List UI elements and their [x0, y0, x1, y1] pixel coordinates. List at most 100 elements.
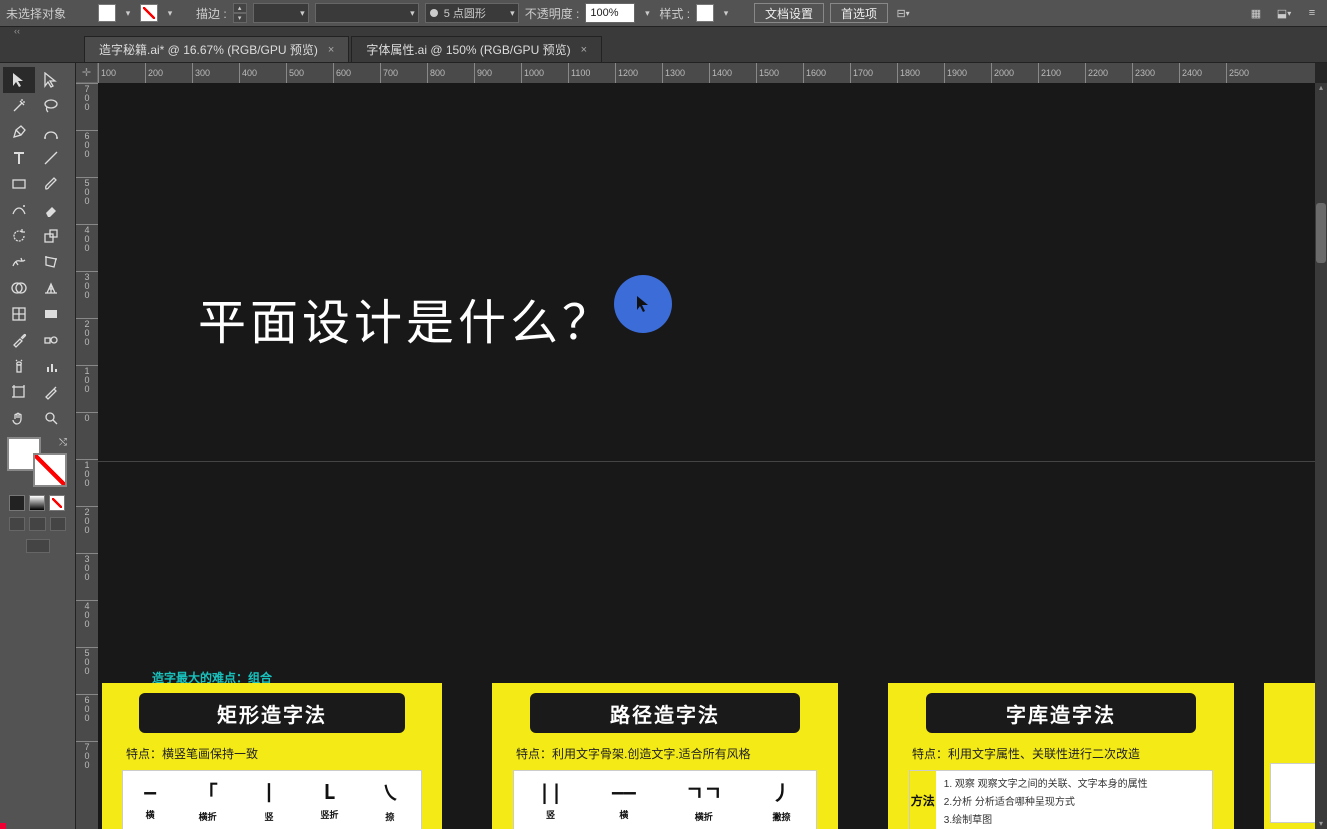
eyedropper-tool[interactable] — [3, 327, 35, 353]
swap-colors-icon[interactable]: ⤭ — [59, 437, 67, 448]
ruler-origin[interactable]: ✛ — [76, 63, 98, 83]
artboard-tool[interactable] — [3, 379, 35, 405]
fill-swatch[interactable] — [98, 4, 116, 22]
width-tool[interactable] — [3, 249, 35, 275]
preferences-button[interactable]: 首选项 — [830, 3, 888, 23]
screen-mode[interactable] — [26, 539, 50, 553]
document-setup-button[interactable]: 文档设置 — [754, 3, 824, 23]
selection-status: 未选择对象 — [6, 5, 66, 22]
brush-label: 5 点圆形 — [444, 5, 486, 21]
stroke-weight-stepper[interactable]: ▴▾ — [233, 3, 247, 23]
draw-behind[interactable] — [29, 517, 45, 531]
grid-icon[interactable]: ▦ — [1247, 4, 1265, 22]
cursor-indicator — [614, 275, 672, 333]
card-library-method: 字库造字法 特点：利用文字属性、关联性进行二次改造 方法 1. 观察 观察文字之… — [888, 683, 1234, 829]
color-none[interactable] — [49, 495, 65, 511]
canvas[interactable]: 平面设计是什么？ 造字最大的难点：组合 矩形造字法 特点：横竖笔画保持一致 —横… — [98, 83, 1315, 829]
card-title: 字库造字法 — [926, 693, 1196, 733]
lasso-tool[interactable] — [35, 93, 67, 119]
ruler-vertical[interactable]: 7006005004003002001000100200300400500600… — [76, 83, 98, 829]
type-tool[interactable] — [3, 145, 35, 171]
selection-tool[interactable] — [3, 67, 35, 93]
stroke-weight-select[interactable]: ▾ — [253, 3, 309, 23]
vertical-scrollbar[interactable]: ▴ ▾ — [1315, 83, 1327, 829]
card-feature: 特点：利用文字骨架.创造文字.适合所有风格 — [516, 745, 838, 762]
mesh-tool[interactable] — [3, 301, 35, 327]
zoom-tool[interactable] — [35, 405, 67, 431]
shape-builder-tool[interactable] — [3, 275, 35, 301]
pen-tool[interactable] — [3, 119, 35, 145]
draw-mode-row — [3, 513, 72, 535]
scroll-up-icon[interactable]: ▴ — [1315, 83, 1327, 93]
opacity-input[interactable]: 100% — [585, 3, 635, 23]
scrollbar-thumb[interactable] — [1316, 203, 1326, 263]
stroke-color[interactable] — [33, 453, 67, 487]
stroke-swatch[interactable] — [140, 4, 158, 22]
scale-tool[interactable] — [35, 223, 67, 249]
color-mode-row — [3, 493, 72, 513]
control-bar: 未选择对象 描边 : ▴▾ ▾ ▾ 5 点圆形 ▾ 不透明度 : 100% 样式… — [0, 0, 1327, 27]
eraser-tool[interactable] — [35, 197, 67, 223]
stroke-dropdown-icon[interactable] — [164, 4, 176, 22]
arrange-docs-icon[interactable]: ⬓▾ — [1275, 4, 1293, 22]
rotate-tool[interactable] — [3, 223, 35, 249]
card-partial — [1264, 683, 1315, 829]
card-feature: 特点：横竖笔画保持一致 — [126, 745, 442, 762]
draw-inside[interactable] — [50, 517, 66, 531]
tab-label: 造字秘籍.ai* @ 16.67% (RGB/GPU 预览) — [99, 41, 318, 58]
stroke-weight-label: 描边 : — [196, 5, 227, 22]
graphic-style-swatch[interactable] — [696, 4, 714, 22]
shaper-tool[interactable] — [3, 197, 35, 223]
card-glyph-box — [1270, 763, 1315, 823]
card-title: 矩形造字法 — [139, 693, 404, 733]
hand-tool[interactable] — [3, 405, 35, 431]
fill-dropdown-icon[interactable] — [122, 4, 134, 22]
brush-select[interactable]: 5 点圆形 ▾ — [425, 3, 519, 23]
blend-tool[interactable] — [35, 327, 67, 353]
fill-stroke-control[interactable]: ⤭ — [7, 437, 67, 487]
scroll-down-icon[interactable]: ▾ — [1315, 819, 1327, 829]
magic-wand-tool[interactable] — [3, 93, 35, 119]
ruler-horizontal[interactable]: 1002003004005006007008009001000110012001… — [98, 63, 1315, 83]
tab-label: 字体属性.ai @ 150% (RGB/GPU 预览) — [366, 41, 570, 58]
style-label: 样式 : — [659, 5, 690, 22]
perspective-grid-tool[interactable] — [35, 275, 67, 301]
card-feature: 特点：利用文字属性、关联性进行二次改造 — [912, 745, 1234, 762]
opacity-dropdown-icon[interactable] — [641, 4, 653, 22]
tool-panel: ⤭ — [0, 63, 76, 829]
free-transform-tool[interactable] — [35, 249, 67, 275]
card-glyph-box: —横 「横折 丨竖 L竖折 ㇏捺 — [122, 770, 421, 829]
tab-document-1[interactable]: 造字秘籍.ai* @ 16.67% (RGB/GPU 预览) × — [84, 36, 349, 62]
method-line: 2.分析 分析适合哪种呈现方式 — [944, 793, 1204, 808]
draw-normal[interactable] — [9, 517, 25, 531]
close-icon[interactable]: × — [328, 44, 334, 56]
color-solid[interactable] — [9, 495, 25, 511]
variable-width-profile[interactable]: ▾ — [315, 3, 419, 23]
symbol-sprayer-tool[interactable] — [3, 353, 35, 379]
align-to-icon[interactable]: ⊟▾ — [894, 4, 912, 22]
color-gradient[interactable] — [29, 495, 45, 511]
collapse-handle[interactable]: ‹‹ — [0, 27, 1327, 35]
paintbrush-tool[interactable] — [35, 171, 67, 197]
method-line: 3.绘制草图 — [944, 811, 1204, 826]
style-dropdown-icon[interactable] — [720, 4, 732, 22]
slice-tool[interactable] — [35, 379, 67, 405]
gradient-tool[interactable] — [35, 301, 67, 327]
direct-selection-tool[interactable] — [35, 67, 67, 93]
column-graph-tool[interactable] — [35, 353, 67, 379]
rectangle-tool[interactable] — [3, 171, 35, 197]
card-method-box: 方法 1. 观察 观察文字之间的关联、文字本身的属性 2.分析 分析适合哪种呈现… — [909, 770, 1213, 829]
workspace: ✛ 10020030040050060070080090010001100120… — [76, 63, 1327, 829]
method-line: 1. 观察 观察文字之间的关联、文字本身的属性 — [944, 775, 1204, 790]
curvature-tool[interactable] — [35, 119, 67, 145]
status-indicator — [0, 823, 6, 829]
screen-mode-row — [3, 535, 72, 557]
artboard-divider — [98, 461, 1315, 462]
list-icon[interactable]: ≡ — [1303, 4, 1321, 22]
opacity-label: 不透明度 : — [525, 5, 580, 22]
line-tool[interactable] — [35, 145, 67, 171]
card-glyph-box: ||竖 ——横 ㄱㄱ横折 丿撇捺 — [513, 770, 817, 829]
tab-document-2[interactable]: 字体属性.ai @ 150% (RGB/GPU 预览) × — [351, 36, 602, 62]
close-icon[interactable]: × — [581, 44, 587, 56]
artwork-hero-text: 平面设计是什么？ — [198, 283, 614, 353]
